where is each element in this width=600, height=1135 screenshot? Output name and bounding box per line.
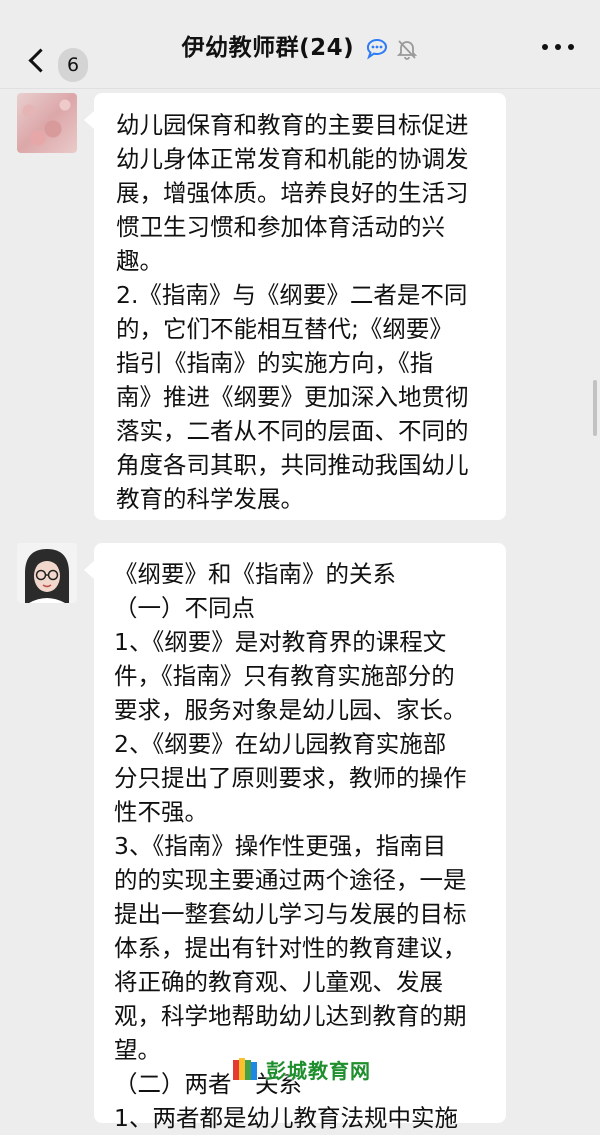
- message-text-line: 分只提出了原则要求，教师的操作: [114, 764, 467, 792]
- chat-title: 伊幼教师群(24): [181, 35, 355, 61]
- message-text-line: 3、《指南》操作性更强，指南目: [114, 832, 447, 860]
- title-status-icons: [365, 38, 418, 64]
- girl-avatar-icon: [17, 543, 77, 603]
- message-text-line: 2.《指南》与《纲要》二者是不同: [116, 281, 468, 309]
- message-text-line: 南》推进《纲要》更加深入地贯彻: [116, 383, 469, 411]
- message-text-line: （一）不同点: [114, 594, 255, 622]
- watermark: 彭城教育网: [232, 1053, 371, 1085]
- more-icon[interactable]: [542, 44, 574, 50]
- chat-title-area[interactable]: 伊幼教师群(24): [0, 28, 600, 64]
- book-logo-icon: [233, 1058, 257, 1080]
- message-text-line: 的，它们不能相互替代;《纲要》: [116, 315, 453, 343]
- message-text-line: 惯卫生习惯和参加体育活动的兴: [116, 213, 445, 241]
- message-text-line: 趣。: [116, 247, 163, 275]
- chat-bubble-icon: [367, 38, 388, 59]
- message-text-line: 2、《纲要》在幼儿园教育实施部: [114, 730, 447, 758]
- scrollbar[interactable]: [593, 380, 597, 436]
- watermark-text: 彭城教育网: [266, 1058, 371, 1083]
- mute-bell-icon: [397, 39, 418, 60]
- sender-avatar-2[interactable]: [17, 543, 77, 603]
- message-text-line: 要求，服务对象是幼儿园、家长。: [114, 696, 467, 724]
- message-text-line: 性不强。: [114, 798, 208, 826]
- message-text-line: 1、《纲要》是对教育界的课程文: [114, 628, 447, 656]
- message-text-line: 件，《指南》只有教育实施部分的: [114, 662, 455, 690]
- sender-avatar-1[interactable]: [17, 93, 77, 153]
- message-text-line: 幼儿身体正常发育和机能的协调发: [116, 145, 469, 173]
- message-bubble-1[interactable]: 幼儿园保育和教育的主要目标促进 幼儿身体正常发育和机能的协调发 展，增强体质。培养良…: [84, 93, 506, 520]
- message-text-line: 幼儿园保育和教育的主要目标促进: [116, 111, 469, 139]
- message-bubble-2[interactable]: 《纲要》和《指南》的关系 （一）不同点 1、《纲要》是对教育界的课程文 件，《指南》只…: [84, 543, 506, 1132]
- message-text-line: 将正确的教育观、儿童观、发展: [114, 968, 443, 996]
- message-text-line: 望。: [114, 1036, 161, 1064]
- message-text-line: 提出一整套幼儿学习与发展的目标: [114, 900, 467, 928]
- message-text-line: 教育的科学发展。: [116, 485, 304, 513]
- message-text-line: 落实，二者从不同的层面、不同的: [116, 417, 469, 445]
- message-text-line: 观，科学地帮助幼儿达到教育的期: [114, 1002, 467, 1030]
- message-text-line: 体系，提出有针对性的教育建议，: [114, 934, 467, 962]
- message-text-line: 《纲要》和《指南》的关系: [114, 560, 396, 588]
- message-text-line: 1、两者都是幼儿教育法规中实施: [114, 1104, 458, 1132]
- message-text-line: 角度各司其职，共同推动我国幼儿: [116, 451, 469, 479]
- message-text-line: 展，增强体质。培养良好的生活习: [116, 179, 469, 207]
- message-text-line: 指引《指南》的实施方向，《指: [116, 349, 434, 377]
- message-text-line: 的的实现主要通过两个途径，一是: [114, 866, 467, 894]
- chat-header: 6 伊幼教师群(24): [0, 0, 600, 89]
